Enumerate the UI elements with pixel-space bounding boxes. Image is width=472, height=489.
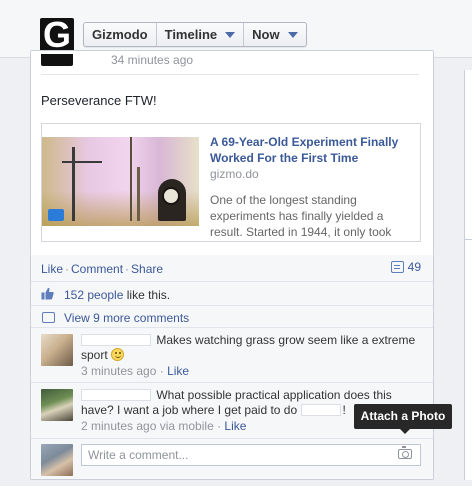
comment-text-end: ! xyxy=(342,403,346,417)
clock-face xyxy=(162,187,180,205)
page-nav-buttons: Gizmodo Timeline Now xyxy=(83,22,307,47)
attach-photo-tooltip: Attach a Photo xyxy=(354,404,452,434)
smiley-icon xyxy=(111,348,125,361)
mentioned-name[interactable] xyxy=(300,404,341,416)
comment-like-link[interactable]: Like xyxy=(167,364,189,378)
comment-composer: Write a comment... xyxy=(31,438,433,479)
commenter-avatar[interactable] xyxy=(41,389,73,421)
commenter-name[interactable] xyxy=(81,334,151,346)
divider xyxy=(41,74,419,75)
comment-time[interactable]: 2 minutes ago via mobile xyxy=(81,419,214,433)
current-user-avatar xyxy=(41,444,73,476)
likes-people-link[interactable]: 152 people xyxy=(64,288,123,302)
now-label: Now xyxy=(252,27,280,42)
comment-count-icon xyxy=(390,261,404,273)
comments-icon xyxy=(42,312,55,323)
like-link[interactable]: Like xyxy=(41,262,63,276)
comment-time[interactable]: 3 minutes ago xyxy=(81,364,156,378)
comment-body: Makes watching grass grow seem like a ex… xyxy=(81,333,421,379)
caret-down-icon xyxy=(287,31,298,38)
view-more-comments-link[interactable]: View 9 more comments xyxy=(64,311,189,325)
page-avatar[interactable] xyxy=(41,54,73,66)
camera-icon[interactable] xyxy=(398,446,412,459)
page-name-label: Gizmodo xyxy=(92,27,148,42)
comment-meta: 3 minutes ago · Like xyxy=(81,364,190,378)
comment-count[interactable]: 49 xyxy=(390,260,421,274)
gizmodo-logo[interactable]: G xyxy=(40,17,74,53)
likes-summary: 152 people like this. xyxy=(64,288,170,302)
comment-like-link[interactable]: Like xyxy=(224,419,246,433)
post-text: Perseverance FTW! xyxy=(41,93,157,108)
link-preview[interactable]: A 69-Year-Old Experiment Finally Worked … xyxy=(41,123,421,242)
caret-down-icon xyxy=(225,31,236,38)
likes-row: 152 people like this. xyxy=(31,281,433,305)
post-content: 34 minutes ago Perseverance FTW! A 69-Ye… xyxy=(31,51,433,261)
view-more-row[interactable]: View 9 more comments xyxy=(31,305,433,327)
timeline-label: Timeline xyxy=(164,27,218,42)
link-title[interactable]: A 69-Year-Old Experiment Finally Worked … xyxy=(210,134,415,166)
link-thumbnail[interactable] xyxy=(42,137,199,226)
comment-item: Makes watching grass grow seem like a ex… xyxy=(31,327,433,382)
page-name-button[interactable]: Gizmodo xyxy=(84,23,157,46)
likes-suffix: like this. xyxy=(126,288,171,302)
commenter-name[interactable] xyxy=(81,389,151,401)
like-thumb-icon xyxy=(41,287,54,300)
post-actions: Like · Comment · Share xyxy=(41,262,164,276)
post-timestamp[interactable]: 34 minutes ago xyxy=(111,53,193,67)
comment-input[interactable]: Write a comment... xyxy=(81,444,421,466)
timeline-dropdown[interactable]: Timeline xyxy=(157,23,245,46)
link-domain: gizmo.do xyxy=(210,167,259,181)
video-badge-icon xyxy=(48,209,64,221)
now-dropdown[interactable]: Now xyxy=(244,23,305,46)
link-description: One of the longest standing experiments … xyxy=(210,193,392,239)
right-column-divider xyxy=(464,70,472,240)
comment-count-value: 49 xyxy=(407,260,421,274)
commenter-avatar[interactable] xyxy=(41,334,73,366)
share-link[interactable]: Share xyxy=(131,262,163,276)
comment-link[interactable]: Comment xyxy=(71,262,123,276)
feedback-section: Like · Comment · Share 49 152 people like th… xyxy=(31,255,433,479)
